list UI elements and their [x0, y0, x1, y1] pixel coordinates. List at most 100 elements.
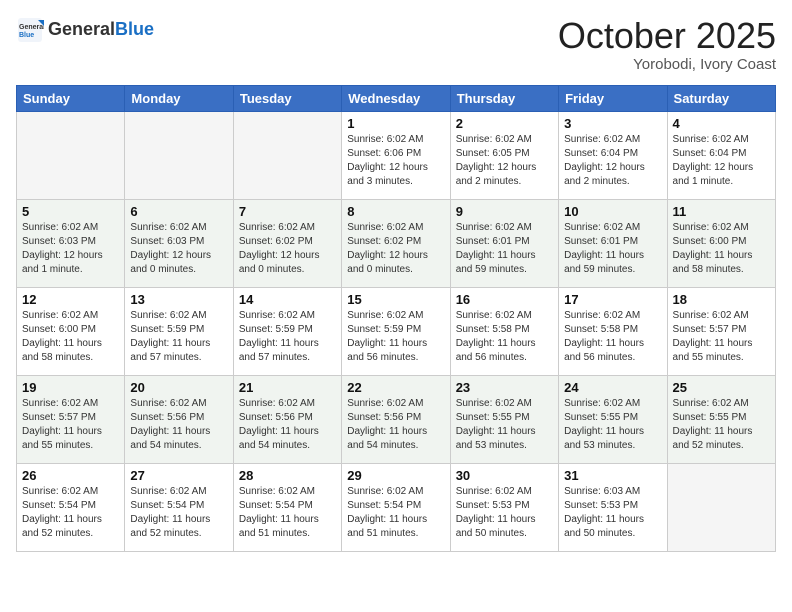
calendar-week-row: 5Sunrise: 6:02 AM Sunset: 6:03 PM Daylig… — [17, 199, 776, 287]
calendar-day-cell — [17, 111, 125, 199]
day-info: Sunrise: 6:02 AM Sunset: 6:02 PM Dayligh… — [239, 221, 336, 277]
day-info: Sunrise: 6:02 AM Sunset: 5:59 PM Dayligh… — [130, 309, 227, 365]
day-number: 27 — [130, 468, 227, 483]
day-info: Sunrise: 6:02 AM Sunset: 6:03 PM Dayligh… — [130, 221, 227, 277]
day-info: Sunrise: 6:02 AM Sunset: 5:54 PM Dayligh… — [22, 485, 119, 541]
day-number: 21 — [239, 380, 336, 395]
calendar-day-cell: 28 Sunrise: 6:02 AM Sunset: 5:54 PM Dayli… — [233, 463, 341, 551]
day-number: 12 — [22, 292, 119, 307]
day-number: 10 — [564, 204, 661, 219]
svg-text:Blue: Blue — [19, 32, 34, 39]
day-number: 9 — [456, 204, 553, 219]
calendar-day-cell: 31Sunrise: 6:03 AM Sunset: 5:53 PM Dayli… — [559, 463, 667, 551]
calendar-day-cell: 24Sunrise: 6:02 AM Sunset: 5:55 PM Dayli… — [559, 375, 667, 463]
logo-general-text: General — [48, 19, 115, 39]
calendar-day-cell: 20Sunrise: 6:02 AM Sunset: 5:56 PM Dayli… — [125, 375, 233, 463]
day-info: Sunrise: 6:02 AM Sunset: 6:01 PM Dayligh… — [564, 221, 661, 277]
day-number: 16 — [456, 292, 553, 307]
day-number: 15 — [347, 292, 444, 307]
page-header: General Blue GeneralBlue October 2025 Yo… — [16, 16, 776, 73]
calendar-day-cell: 8 Sunrise: 6:02 AM Sunset: 6:02 PM Daylig… — [342, 199, 450, 287]
day-number: 14 — [239, 292, 336, 307]
calendar-day-cell: 27 Sunrise: 6:02 AM Sunset: 5:54 PM Dayli… — [125, 463, 233, 551]
calendar-day-cell — [233, 111, 341, 199]
day-number: 25 — [673, 380, 770, 395]
calendar-day-cell: 7 Sunrise: 6:02 AM Sunset: 6:02 PM Daylig… — [233, 199, 341, 287]
day-info: Sunrise: 6:02 AM Sunset: 5:57 PM Dayligh… — [673, 309, 770, 365]
day-info: Sunrise: 6:02 AM Sunset: 5:54 PM Dayligh… — [130, 485, 227, 541]
calendar-day-cell: 5Sunrise: 6:02 AM Sunset: 6:03 PM Daylig… — [17, 199, 125, 287]
calendar-day-cell: 26Sunrise: 6:02 AM Sunset: 5:54 PM Dayli… — [17, 463, 125, 551]
day-number: 2 — [456, 116, 553, 131]
calendar-day-cell — [125, 111, 233, 199]
day-number: 1 — [347, 116, 444, 131]
day-number: 22 — [347, 380, 444, 395]
calendar-day-cell: 9 Sunrise: 6:02 AM Sunset: 6:01 PM Daylig… — [450, 199, 558, 287]
calendar-header-row: SundayMondayTuesdayWednesdayThursdayFrid… — [17, 85, 776, 111]
calendar-day-cell: 10 Sunrise: 6:02 AM Sunset: 6:01 PM Dayli… — [559, 199, 667, 287]
day-info: Sunrise: 6:02 AM Sunset: 5:55 PM Dayligh… — [673, 397, 770, 453]
day-info: Sunrise: 6:02 AM Sunset: 5:54 PM Dayligh… — [239, 485, 336, 541]
calendar-day-cell: 21 Sunrise: 6:02 AM Sunset: 5:56 PM Dayli… — [233, 375, 341, 463]
calendar-day-cell: 2 Sunrise: 6:02 AM Sunset: 6:05 PM Daylig… — [450, 111, 558, 199]
day-info: Sunrise: 6:02 AM Sunset: 5:59 PM Dayligh… — [347, 309, 444, 365]
day-number: 20 — [130, 380, 227, 395]
day-info: Sunrise: 6:02 AM Sunset: 5:56 PM Dayligh… — [239, 397, 336, 453]
day-info: Sunrise: 6:02 AM Sunset: 5:53 PM Dayligh… — [456, 485, 553, 541]
calendar-day-cell: 16Sunrise: 6:02 AM Sunset: 5:58 PM Dayli… — [450, 287, 558, 375]
day-of-week-header: Monday — [125, 85, 233, 111]
day-info: Sunrise: 6:02 AM Sunset: 5:56 PM Dayligh… — [347, 397, 444, 453]
calendar-day-cell: 6 Sunrise: 6:02 AM Sunset: 6:03 PM Daylig… — [125, 199, 233, 287]
calendar-day-cell: 22 Sunrise: 6:02 AM Sunset: 5:56 PM Dayli… — [342, 375, 450, 463]
location-title: Yorobodi, Ivory Coast — [558, 56, 776, 73]
day-number: 29 — [347, 468, 444, 483]
calendar-day-cell: 13Sunrise: 6:02 AM Sunset: 5:59 PM Dayli… — [125, 287, 233, 375]
calendar-day-cell: 14Sunrise: 6:02 AM Sunset: 5:59 PM Dayli… — [233, 287, 341, 375]
calendar-day-cell: 19Sunrise: 6:02 AM Sunset: 5:57 PM Dayli… — [17, 375, 125, 463]
day-info: Sunrise: 6:02 AM Sunset: 6:02 PM Dayligh… — [347, 221, 444, 277]
calendar-day-cell — [667, 463, 775, 551]
day-number: 4 — [673, 116, 770, 131]
logo: General Blue GeneralBlue — [16, 16, 154, 44]
day-info: Sunrise: 6:02 AM Sunset: 5:54 PM Dayligh… — [347, 485, 444, 541]
day-info: Sunrise: 6:02 AM Sunset: 6:05 PM Dayligh… — [456, 133, 553, 189]
day-number: 30 — [456, 468, 553, 483]
day-of-week-header: Saturday — [667, 85, 775, 111]
calendar-day-cell: 18Sunrise: 6:02 AM Sunset: 5:57 PM Dayli… — [667, 287, 775, 375]
day-info: Sunrise: 6:02 AM Sunset: 6:04 PM Dayligh… — [673, 133, 770, 189]
calendar-day-cell: 25 Sunrise: 6:02 AM Sunset: 5:55 PM Dayli… — [667, 375, 775, 463]
calendar-day-cell: 11 Sunrise: 6:02 AM Sunset: 6:00 PM Dayli… — [667, 199, 775, 287]
day-info: Sunrise: 6:02 AM Sunset: 6:00 PM Dayligh… — [673, 221, 770, 277]
month-title: October 2025 — [558, 16, 776, 56]
calendar-week-row: 26Sunrise: 6:02 AM Sunset: 5:54 PM Dayli… — [17, 463, 776, 551]
day-info: Sunrise: 6:02 AM Sunset: 5:58 PM Dayligh… — [564, 309, 661, 365]
day-number: 19 — [22, 380, 119, 395]
calendar-day-cell: 12 Sunrise: 6:02 AM Sunset: 6:00 PM Dayli… — [17, 287, 125, 375]
day-of-week-header: Sunday — [17, 85, 125, 111]
day-number: 28 — [239, 468, 336, 483]
day-number: 8 — [347, 204, 444, 219]
day-number: 24 — [564, 380, 661, 395]
day-info: Sunrise: 6:02 AM Sunset: 6:04 PM Dayligh… — [564, 133, 661, 189]
day-info: Sunrise: 6:02 AM Sunset: 6:01 PM Dayligh… — [456, 221, 553, 277]
calendar-day-cell: 1 Sunrise: 6:02 AM Sunset: 6:06 PM Daylig… — [342, 111, 450, 199]
logo-blue-text: Blue — [115, 19, 154, 39]
day-number: 6 — [130, 204, 227, 219]
day-info: Sunrise: 6:02 AM Sunset: 6:06 PM Dayligh… — [347, 133, 444, 189]
day-number: 11 — [673, 204, 770, 219]
day-of-week-header: Wednesday — [342, 85, 450, 111]
day-of-week-header: Friday — [559, 85, 667, 111]
day-number: 23 — [456, 380, 553, 395]
calendar-week-row: 1 Sunrise: 6:02 AM Sunset: 6:06 PM Daylig… — [17, 111, 776, 199]
day-number: 7 — [239, 204, 336, 219]
calendar-week-row: 12 Sunrise: 6:02 AM Sunset: 6:00 PM Dayli… — [17, 287, 776, 375]
calendar-table: SundayMondayTuesdayWednesdayThursdayFrid… — [16, 85, 776, 552]
svg-text:General: General — [19, 24, 44, 31]
calendar-day-cell: 4 Sunrise: 6:02 AM Sunset: 6:04 PM Daylig… — [667, 111, 775, 199]
day-number: 31 — [564, 468, 661, 483]
calendar-week-row: 19Sunrise: 6:02 AM Sunset: 5:57 PM Dayli… — [17, 375, 776, 463]
day-info: Sunrise: 6:02 AM Sunset: 5:55 PM Dayligh… — [456, 397, 553, 453]
calendar-day-cell: 3 Sunrise: 6:02 AM Sunset: 6:04 PM Daylig… — [559, 111, 667, 199]
day-info: Sunrise: 6:02 AM Sunset: 6:00 PM Dayligh… — [22, 309, 119, 365]
day-number: 3 — [564, 116, 661, 131]
